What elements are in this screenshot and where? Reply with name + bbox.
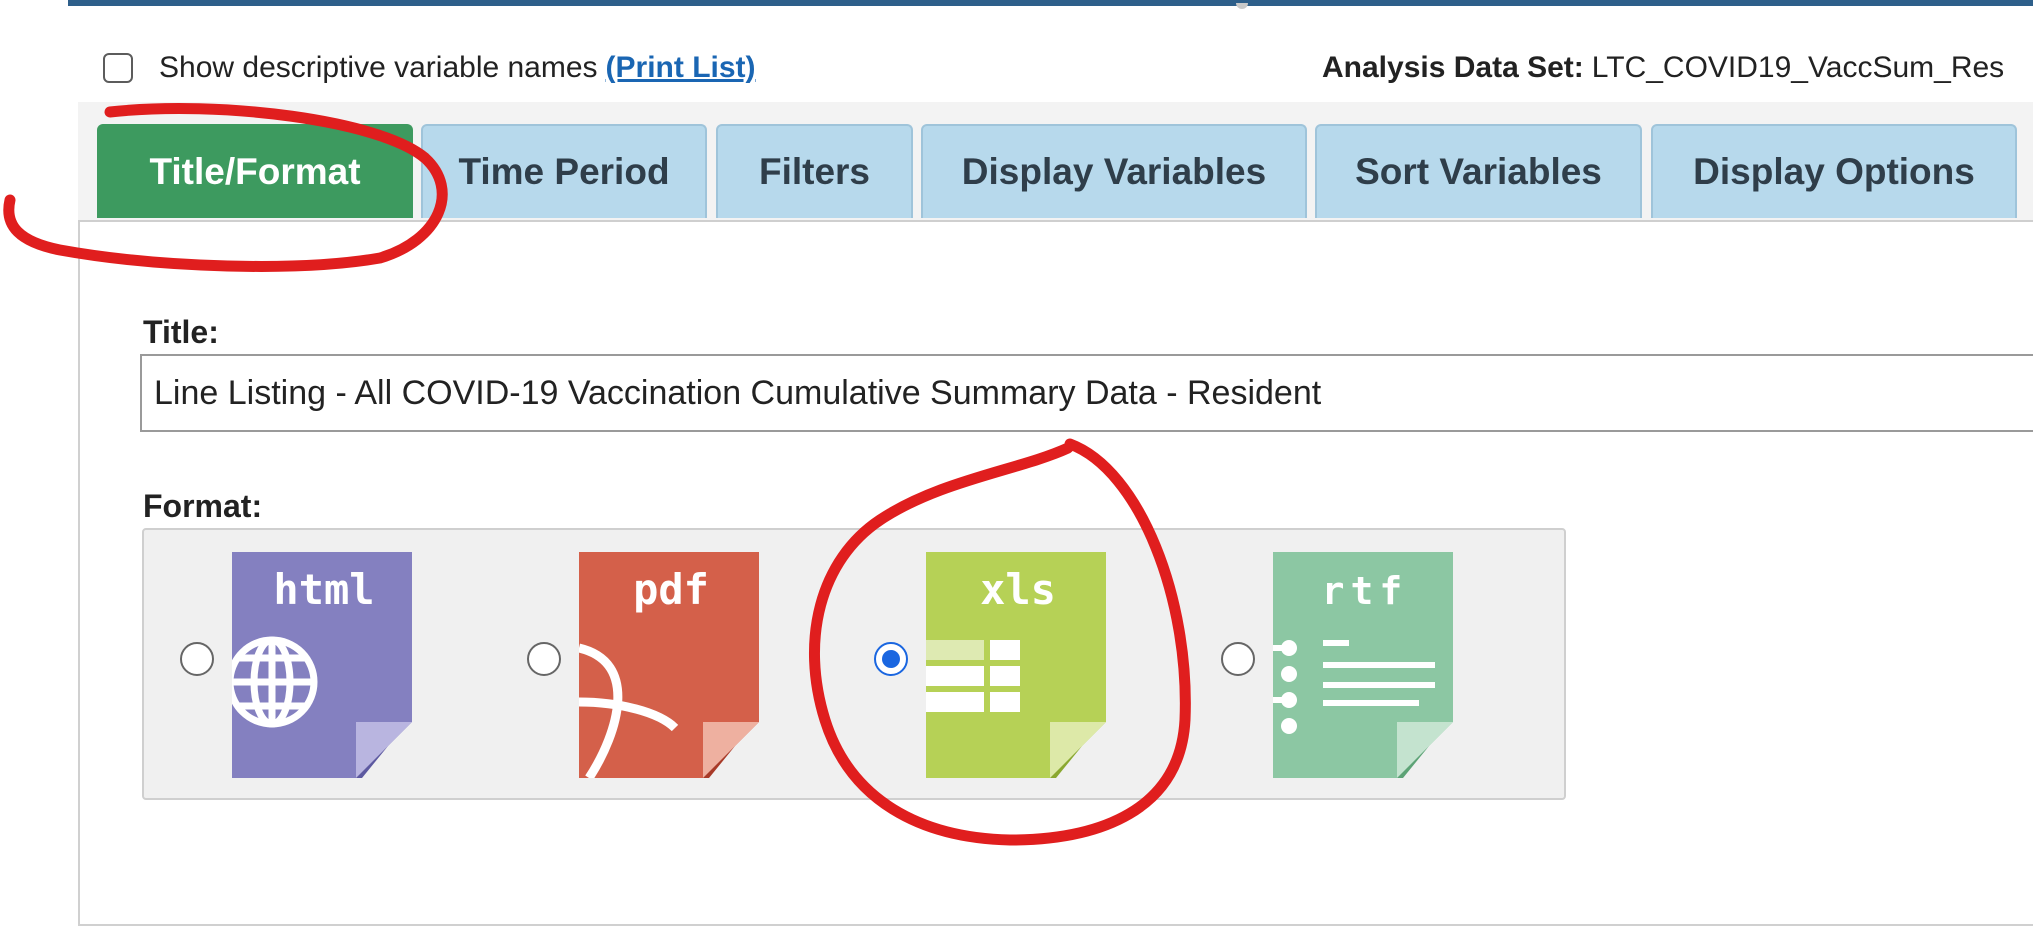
format-radio-html[interactable] [180, 642, 214, 676]
descriptive-names-row: Show descriptive variable names (Print L… [103, 48, 756, 88]
options-panel [78, 102, 2033, 926]
format-radio-rtf[interactable] [1221, 642, 1255, 676]
tab-filters[interactable]: Filters [716, 124, 913, 218]
scroll-indicator [1236, 3, 1248, 9]
top-border [68, 0, 2033, 9]
pdf-file-icon[interactable]: pdf [579, 552, 759, 778]
tab-sort-variables[interactable]: Sort Variables [1315, 124, 1642, 218]
tab-display-variables[interactable]: Display Variables [921, 124, 1307, 218]
rtf-file-icon[interactable]: rtf [1273, 552, 1453, 778]
descriptive-names-checkbox[interactable] [103, 53, 133, 83]
descriptive-names-label: Show descriptive variable names [159, 51, 598, 84]
html-icon-label: html [273, 565, 374, 614]
format-label: Format: [143, 488, 263, 524]
pdf-icon-label: pdf [633, 565, 709, 614]
print-list-link[interactable]: (Print List) [606, 51, 756, 85]
tab-time-period[interactable]: Time Period [421, 124, 707, 218]
dataset-label: Analysis Data Set: [1322, 51, 1584, 84]
tab-display-options[interactable]: Display Options [1651, 124, 2017, 218]
spreadsheet-icon [926, 640, 1020, 712]
dataset-value: LTC_COVID19_VaccSum_Res [1591, 51, 2005, 84]
rtf-icon-label: rtf [1322, 569, 1409, 613]
html-file-icon[interactable]: html [232, 552, 412, 778]
format-radio-pdf[interactable] [527, 642, 561, 676]
title-input[interactable] [140, 354, 2033, 432]
analysis-dataset: Analysis Data Set: LTC_COVID19_VaccSum_R… [1322, 48, 2004, 88]
format-radio-xls[interactable] [874, 642, 908, 676]
globe-icon [232, 636, 318, 728]
xls-file-icon[interactable]: xls [926, 552, 1106, 778]
tab-title-format[interactable]: Title/Format [97, 124, 413, 218]
title-label: Title: [143, 314, 219, 350]
xls-icon-label: xls [980, 565, 1056, 614]
